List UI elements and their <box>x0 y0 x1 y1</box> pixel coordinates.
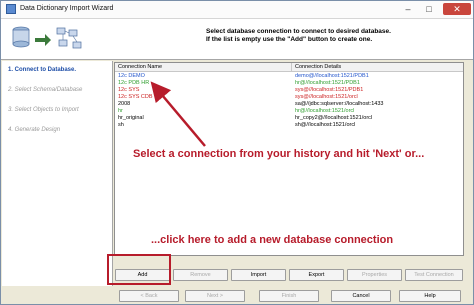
database-import-logo-icon <box>12 26 82 49</box>
connection-name-cell: 12c SYS CDB <box>118 94 153 100</box>
app-icon <box>6 4 16 14</box>
connection-details-cell: sys@//localhost:1521/PDB1 <box>295 87 364 93</box>
import-button[interactable]: Import <box>231 269 286 281</box>
table-header: Connection Name Connection Details <box>115 63 463 72</box>
help-button[interactable]: Help <box>399 290 461 302</box>
table-row[interactable]: sh sh@//localhost:1521/orcl <box>115 122 463 129</box>
table-row[interactable]: hr hr@//localhost:1521/orcl <box>115 108 463 115</box>
connection-name-cell: 12c PDB HR <box>118 80 150 86</box>
annotation-add-connection: ...click here to add a new database conn… <box>151 234 394 246</box>
wizard-navigation: < Back Next > Finish Cancel Help <box>1 287 473 304</box>
wizard-header: Select database connection to connect to… <box>1 19 473 60</box>
table-row[interactable]: hr_original hr_copy2@//localhost:1521/orc… <box>115 115 463 122</box>
step-select-schema: 2. Select Schema/Database <box>8 87 83 93</box>
instruction-line-1: Select database connection to connect to… <box>206 28 391 35</box>
column-header-connection-details[interactable]: Connection Details <box>295 64 341 70</box>
connection-details-cell: sh@//localhost:1521/orcl <box>295 122 356 128</box>
add-button-highlight <box>107 254 171 285</box>
next-button[interactable]: Next > <box>185 290 245 302</box>
column-divider <box>291 63 292 71</box>
maximize-button[interactable]: □ <box>420 3 438 15</box>
wizard-steps: 1. Connect to Database. 2. Select Schema… <box>2 61 113 286</box>
connection-details-cell: sys@//localhost:1521/orcl <box>295 94 358 100</box>
back-button[interactable]: < Back <box>119 290 179 302</box>
connection-panel: Connection Name Connection Details 12c D… <box>113 61 466 285</box>
connection-name-cell: sh <box>118 122 124 128</box>
connection-details-cell: sa@//jdbc:sqlserver://localhost:1433 <box>295 101 384 107</box>
title-bar: Data Dictionary Import Wizard – □ ✕ <box>1 1 473 19</box>
table-row[interactable]: 12c SYS sys@//localhost:1521/PDB1 <box>115 87 463 94</box>
table-row[interactable]: 12c DEMO demo@//localhost:1521/PDB1 <box>115 73 463 80</box>
connection-name-cell: 12c DEMO <box>118 73 145 79</box>
connection-details-cell: demo@//localhost:1521/PDB1 <box>295 73 369 79</box>
connection-details-cell: hr@//localhost:1521/PDB1 <box>295 80 360 86</box>
annotation-select-connection: Select a connection from your history an… <box>133 148 425 160</box>
instruction-text: Select database connection to connect to… <box>206 28 391 44</box>
instruction-line-2: If the list is empty use the "Add" butto… <box>206 36 373 43</box>
close-button[interactable]: ✕ <box>443 3 471 15</box>
test-connection-button[interactable]: Test Connection <box>405 269 463 281</box>
step-generate-design: 4. Generate Design <box>8 127 61 133</box>
table-row[interactable]: 12c SYS CDB sys@//localhost:1521/orcl <box>115 94 463 101</box>
minimize-button[interactable]: – <box>399 3 417 15</box>
properties-button[interactable]: Properties <box>347 269 402 281</box>
table-row[interactable]: 12c PDB HR hr@//localhost:1521/PDB1 <box>115 80 463 87</box>
connection-details-cell: hr@//localhost:1521/orcl <box>295 108 355 114</box>
connection-name-cell: hr_original <box>118 115 144 121</box>
remove-button[interactable]: Remove <box>173 269 228 281</box>
connection-name-cell: 12c SYS <box>118 87 140 93</box>
finish-button[interactable]: Finish <box>259 290 319 302</box>
export-button[interactable]: Export <box>289 269 344 281</box>
connection-details-cell: hr_copy2@//localhost:1521/orcl <box>295 115 373 121</box>
table-row[interactable]: 2008 sa@//jdbc:sqlserver://localhost:1433 <box>115 101 463 108</box>
step-connect-database[interactable]: 1. Connect to Database. <box>8 67 76 73</box>
window-title: Data Dictionary Import Wizard <box>20 5 114 12</box>
column-header-connection-name[interactable]: Connection Name <box>118 64 162 70</box>
step-select-objects: 3. Select Objects to Import <box>8 107 79 113</box>
cancel-button[interactable]: Cancel <box>331 290 391 302</box>
connection-name-cell: hr <box>118 108 123 114</box>
connection-name-cell: 2008 <box>118 101 131 107</box>
